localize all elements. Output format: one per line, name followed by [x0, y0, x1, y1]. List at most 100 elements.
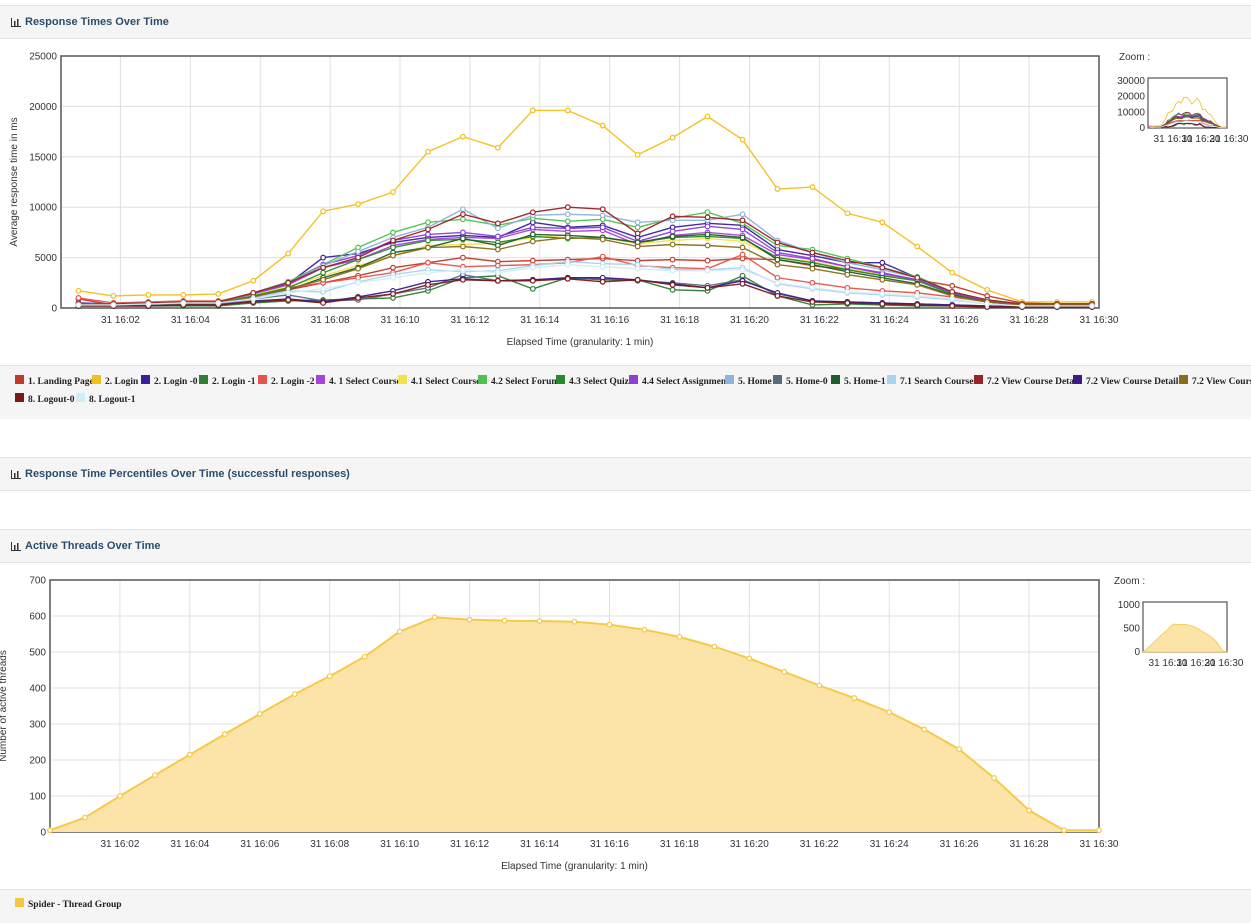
data-point [914, 302, 921, 308]
x-tick-label: 31 16:04 [171, 315, 210, 326]
data-point [425, 269, 431, 276]
data-point [47, 827, 53, 834]
legend-item[interactable]: 7.2 View Course D [1179, 375, 1251, 387]
data-point [75, 302, 82, 308]
legend-item[interactable]: 5. Home [725, 375, 772, 387]
data-point [390, 229, 396, 236]
data-point [739, 266, 746, 273]
response-times-legend: 1. Landing Page 2. Login 2. Login -0 2. Log… [0, 365, 1251, 419]
legend-item[interactable]: 1. Landing Page [15, 375, 94, 387]
data-point [984, 301, 991, 307]
data-point [886, 709, 893, 716]
active-threads-panel-header[interactable]: Active Threads Over Time [0, 529, 1251, 563]
data-point [949, 282, 956, 289]
data-point [529, 285, 536, 292]
x-tick-label: 31 16:12 [450, 315, 489, 326]
zoom-y-tick: 10000 [1117, 107, 1145, 118]
data-point [669, 286, 676, 293]
active-threads-legend: Spider - Thread Group [0, 889, 1251, 923]
data-point [669, 281, 676, 288]
legend-item[interactable]: 8. Logout-0 [15, 393, 74, 405]
data-point [250, 296, 257, 302]
legend-swatch [1179, 375, 1188, 384]
data-point [460, 243, 466, 250]
legend-label: 7.2 View Course Detail-0 [1086, 377, 1187, 387]
legend-swatch [398, 375, 407, 384]
legend-label: 5. Home-0 [786, 377, 828, 387]
data-point [669, 134, 676, 141]
data-point [494, 246, 501, 253]
percentiles-panel-header[interactable]: Response Time Percentiles Over Time (suc… [0, 457, 1251, 491]
legend-item[interactable]: 2. Login -1 [199, 375, 256, 387]
x-tick-label: 31 16:14 [520, 315, 559, 326]
chart-icon [11, 542, 21, 551]
legend-item[interactable]: 4.3 Select Quiz [556, 375, 629, 387]
data-point [704, 223, 711, 230]
legend-item[interactable]: 5. Home-1 [831, 375, 886, 387]
data-point [774, 239, 781, 246]
legend-item[interactable]: 2. Login [92, 375, 138, 387]
data-point [844, 300, 851, 306]
data-point [390, 264, 396, 271]
data-point [634, 276, 641, 283]
data-point [1096, 827, 1102, 834]
data-point [956, 746, 963, 753]
data-point [606, 621, 613, 628]
legend-item[interactable]: 7.1 Search Courses [887, 375, 977, 387]
zoom-y-tick: 0 [1139, 123, 1145, 134]
percentiles-title[interactable]: Response Time Percentiles Over Time (suc… [25, 468, 350, 480]
legend-item[interactable]: 4.1 Select Course [398, 375, 480, 387]
response-times-title[interactable]: Response Times Over Time [25, 16, 169, 28]
data-point [390, 189, 396, 195]
data-point [809, 265, 816, 272]
legend-item[interactable]: 7.2 View Course Detail [974, 375, 1079, 387]
legend-label: 8. Logout-1 [89, 395, 136, 405]
active-threads-chart: 0 100 200 300 400 500 600 700 31 16:02 31 16:04 31… [0, 576, 1244, 873]
data-point [564, 225, 571, 232]
legend-item[interactable]: 4.4 Select Assignment [629, 375, 729, 387]
y-axis-label: Number of active threads [0, 650, 9, 762]
data-point [1019, 303, 1026, 309]
data-point [879, 276, 886, 283]
data-point [599, 212, 606, 219]
legend-item[interactable]: 8. Logout-1 [76, 393, 135, 405]
x-axis-label: Elapsed Time (granularity: 1 min) [507, 337, 654, 348]
data-point [1089, 303, 1095, 309]
data-point [914, 243, 921, 250]
y-tick-label: 20000 [29, 102, 57, 113]
legend-item[interactable]: 7.2 View Course Detail-0 [1073, 375, 1186, 387]
legend-item[interactable]: 2. Login -2 [258, 375, 315, 387]
data-point [564, 211, 571, 218]
data-point [634, 219, 641, 226]
legend-swatch [725, 375, 734, 384]
zoom-label: Zoom : [1114, 576, 1145, 587]
legend-swatch [1073, 375, 1082, 384]
data-point [879, 290, 886, 297]
legend-item[interactable]: 4. 1 Select Course [316, 375, 401, 387]
data-point [355, 265, 361, 272]
legend-label: 5. Home [738, 377, 772, 387]
data-point [425, 219, 431, 226]
legend-label: 8. Logout-0 [28, 395, 75, 405]
x-tick-label: 31 16:18 [660, 315, 699, 326]
legend-item[interactable]: 4.2 Select Forum [478, 375, 559, 387]
data-point [914, 281, 921, 288]
legend-item[interactable]: 2. Login -0 [141, 375, 198, 387]
data-point [110, 302, 117, 308]
x-tick-label: 31 16:10 [381, 315, 420, 326]
legend-label: 4.3 Select Quiz [569, 377, 629, 387]
data-point [739, 244, 746, 251]
legend-item[interactable]: 5. Home-0 [773, 375, 828, 387]
y-tick-label: 0 [51, 304, 57, 315]
data-point [1054, 303, 1060, 309]
x-tick-label: 31 16:02 [101, 315, 140, 326]
x-tick-label: 31 16:04 [170, 839, 209, 850]
data-point [320, 254, 327, 261]
data-point [529, 277, 536, 284]
response-times-panel-header[interactable]: Response Times Over Time [0, 5, 1251, 39]
legend-label: Spider - Thread Group [28, 900, 122, 910]
data-point [390, 274, 396, 281]
legend-item[interactable]: Spider - Thread Group [15, 898, 122, 910]
active-threads-title[interactable]: Active Threads Over Time [25, 540, 161, 552]
data-point [285, 279, 292, 286]
